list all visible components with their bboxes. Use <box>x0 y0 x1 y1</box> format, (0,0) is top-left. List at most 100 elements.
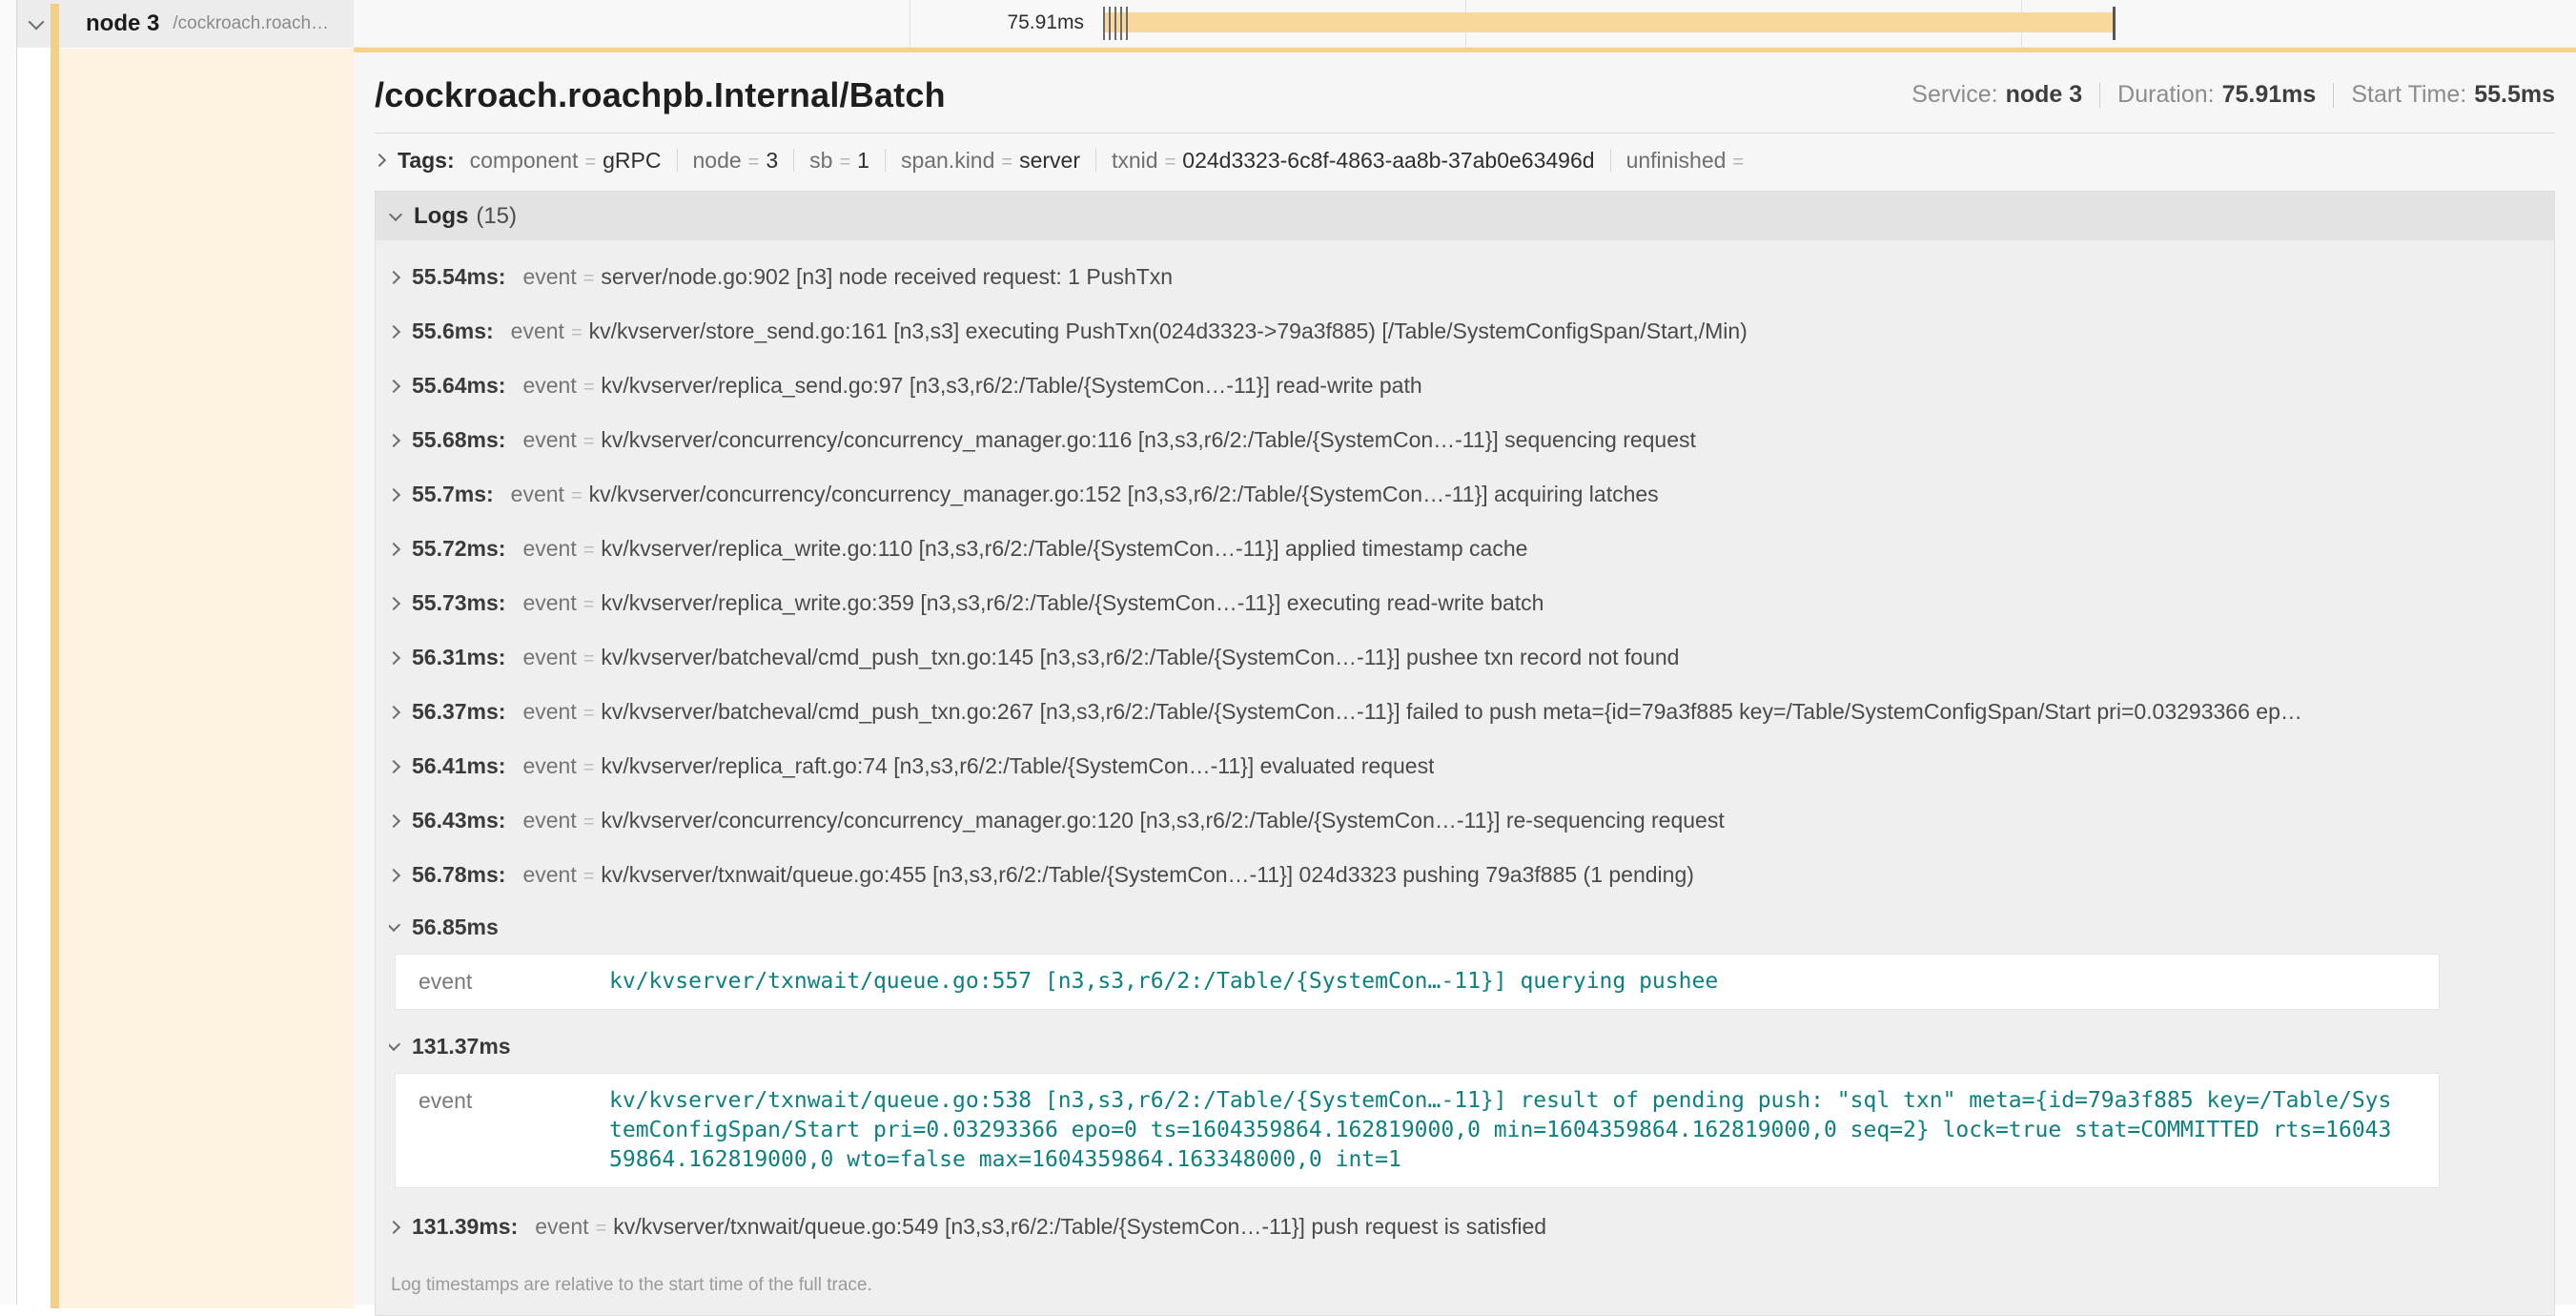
log-fields: event=kv/kvserver/txnwait/queue.go:455 [… <box>522 862 1693 888</box>
equals-sign: = <box>1732 152 1744 174</box>
chevron-right-icon <box>389 324 400 338</box>
trace-detail-page: node 3 /cockroach.roach… 75.91ms /cockro… <box>0 0 2576 1316</box>
log-entry-row[interactable]: 55.64ms:event=kv/kvserver/replica_send.g… <box>389 359 2554 413</box>
equals-sign: = <box>584 152 596 174</box>
separator <box>2099 83 2100 108</box>
log-timestamp: 131.37ms <box>412 1034 511 1059</box>
log-field-key: event <box>522 427 576 452</box>
chevron-right-icon <box>389 650 400 664</box>
log-entry-row[interactable]: 56.43ms:event=kv/kvserver/concurrency/co… <box>389 793 2554 848</box>
log-field-key: event <box>522 862 576 887</box>
chevron-right-icon <box>389 270 400 283</box>
log-timestamp: 131.39ms: <box>412 1214 518 1240</box>
log-entry-row[interactable]: 55.68ms:event=kv/kvserver/concurrency/co… <box>389 413 2554 467</box>
log-entry-row[interactable]: 55.7ms: event=kv/kvserver/concurrency/con… <box>389 467 2554 522</box>
log-entry-row[interactable]: 55.54ms:event=server/node.go:902 [n3] no… <box>389 250 2554 304</box>
log-entry-row[interactable]: 56.31ms: event=kv/kvserver/batcheval/cmd_… <box>389 630 2554 685</box>
tags-row[interactable]: Tags: component=gRPCnode=3sb=1span.kind=… <box>375 134 2555 187</box>
tag-key: node <box>693 148 742 174</box>
log-field-key: event <box>522 264 576 289</box>
start-time-label: Start Time: <box>2351 81 2466 109</box>
equals-sign: = <box>583 268 595 289</box>
log-entry-row[interactable]: 131.39ms:event=kv/kvserver/txnwait/queue… <box>389 1200 2554 1254</box>
equals-sign: = <box>1001 152 1012 174</box>
span-timeline-track: 75.91ms <box>354 0 2576 48</box>
tag-item[interactable]: component=gRPC <box>470 148 662 174</box>
chevron-right-icon <box>389 813 400 827</box>
tag-item[interactable]: txnid=024d3323-6c8f-4863-aa8b-37ab0e6349… <box>1112 148 1595 174</box>
log-entry-row-expanded[interactable]: 131.37ms <box>389 1021 2554 1071</box>
log-field-value: kv/kvserver/replica_write.go:110 [n3,s3,… <box>601 536 1527 561</box>
tag-value: 024d3323-6c8f-4863-aa8b-37ab0e63496d <box>1182 148 1594 174</box>
log-field-key: event <box>535 1214 588 1239</box>
log-timestamp: 55.7ms: <box>412 482 494 507</box>
log-entry-row[interactable]: 56.41ms:event=kv/kvserver/replica_raft.g… <box>389 739 2554 793</box>
span-meta: Service: node 3 Duration: 75.91ms Start … <box>1912 81 2555 109</box>
log-field-value: kv/kvserver/txnwait/queue.go:557 [n3,s3,… <box>609 967 2402 997</box>
log-field-value: kv/kvserver/replica_raft.go:74 [n3,s3,r6… <box>601 753 1434 778</box>
log-entry-row[interactable]: 55.72ms:event=kv/kvserver/replica_write.… <box>389 522 2554 576</box>
log-field-key: event <box>511 482 564 506</box>
log-field-key: event <box>522 699 576 724</box>
tag-item[interactable]: span.kind=server <box>901 148 1080 174</box>
log-marker-tick <box>1120 7 1122 40</box>
chevron-right-icon <box>389 379 400 392</box>
log-timestamp: 56.37ms: <box>412 699 505 725</box>
separator <box>2333 83 2334 108</box>
span-detail-panel: /cockroach.roachpb.Internal/Batch Servic… <box>354 48 2576 1305</box>
chevron-right-icon <box>373 154 386 167</box>
log-marker-tick <box>1109 7 1111 40</box>
tag-key: txnid <box>1112 148 1158 174</box>
log-entry-row[interactable]: 56.37ms: event=kv/kvserver/batcheval/cmd_… <box>389 685 2554 739</box>
tag-item[interactable]: unfinished= <box>1626 148 1751 174</box>
log-entry-row[interactable]: 55.6ms:event=kv/kvserver/store_send.go:1… <box>389 304 2554 359</box>
chevron-right-icon <box>389 487 400 501</box>
log-fields: event=kv/kvserver/concurrency/concurrenc… <box>511 482 1659 507</box>
log-fields: event=kv/kvserver/replica_send.go:97 [n3… <box>522 373 1421 399</box>
log-entry-row-expanded[interactable]: 56.85ms <box>389 902 2554 952</box>
chevron-right-icon <box>389 1220 400 1233</box>
log-field-value: kv/kvserver/batcheval/cmd_push_txn.go:26… <box>601 699 2301 724</box>
span-timeline-row: node 3 /cockroach.roach… 75.91ms <box>17 0 2576 48</box>
equals-sign: = <box>583 866 595 887</box>
tag-value: 1 <box>857 148 869 174</box>
chevron-down-icon <box>29 14 45 31</box>
equals-sign: = <box>583 431 595 452</box>
log-keyvalue-table[interactable]: eventkv/kvserver/txnwait/queue.go:538 [n… <box>395 1073 2440 1188</box>
tag-item[interactable]: sb=1 <box>809 148 869 174</box>
equals-sign: = <box>571 322 583 343</box>
log-keyvalue-table[interactable]: eventkv/kvserver/txnwait/queue.go:557 [n… <box>395 954 2440 1010</box>
log-field-key: event <box>522 590 576 615</box>
span-name-cell[interactable]: node 3 /cockroach.roach… <box>17 0 354 48</box>
log-field-key: event <box>522 373 576 398</box>
log-timestamp: 56.41ms: <box>412 753 505 779</box>
tag-key: unfinished <box>1626 148 1727 174</box>
span-service-name: node 3 <box>86 10 159 37</box>
left-gutter <box>0 0 17 1305</box>
equals-sign: = <box>583 648 595 669</box>
log-fields: event=kv/kvserver/replica_write.go:359 [… <box>522 590 1544 616</box>
tag-item[interactable]: node=3 <box>693 148 779 174</box>
equals-sign: = <box>748 152 760 174</box>
chevron-right-icon <box>389 542 400 555</box>
log-timestamp: 55.73ms: <box>412 590 505 616</box>
log-entry-row[interactable]: 56.78ms:event=kv/kvserver/txnwait/queue.… <box>389 848 2554 902</box>
span-duration-bar[interactable] <box>1104 12 2115 32</box>
tag-divider <box>677 149 678 172</box>
log-fields: event=kv/kvserver/batcheval/cmd_push_txn… <box>522 645 1679 670</box>
log-field-value: kv/kvserver/store_send.go:161 [n3,s3] ex… <box>589 319 1748 343</box>
log-timestamp: 56.31ms: <box>412 645 505 670</box>
log-list: 55.54ms:event=server/node.go:902 [n3] no… <box>376 240 2554 1254</box>
log-field-key: event <box>419 1086 609 1175</box>
tag-divider <box>1095 149 1096 172</box>
chevron-right-icon <box>389 705 400 718</box>
equals-sign: = <box>583 540 595 561</box>
span-duration-label: 75.91ms <box>1007 11 1084 34</box>
log-fields: event=kv/kvserver/batcheval/cmd_push_txn… <box>522 699 2301 725</box>
log-entry-row[interactable]: 55.73ms: event=kv/kvserver/replica_write.… <box>389 576 2554 630</box>
log-fields: event=kv/kvserver/store_send.go:161 [n3,… <box>511 319 1748 344</box>
selected-span-row-highlight <box>59 49 354 1308</box>
logs-header[interactable]: Logs (15) <box>376 192 2554 240</box>
log-field-key: event <box>522 753 576 778</box>
log-field-value: kv/kvserver/replica_send.go:97 [n3,s3,r6… <box>601 373 1421 398</box>
